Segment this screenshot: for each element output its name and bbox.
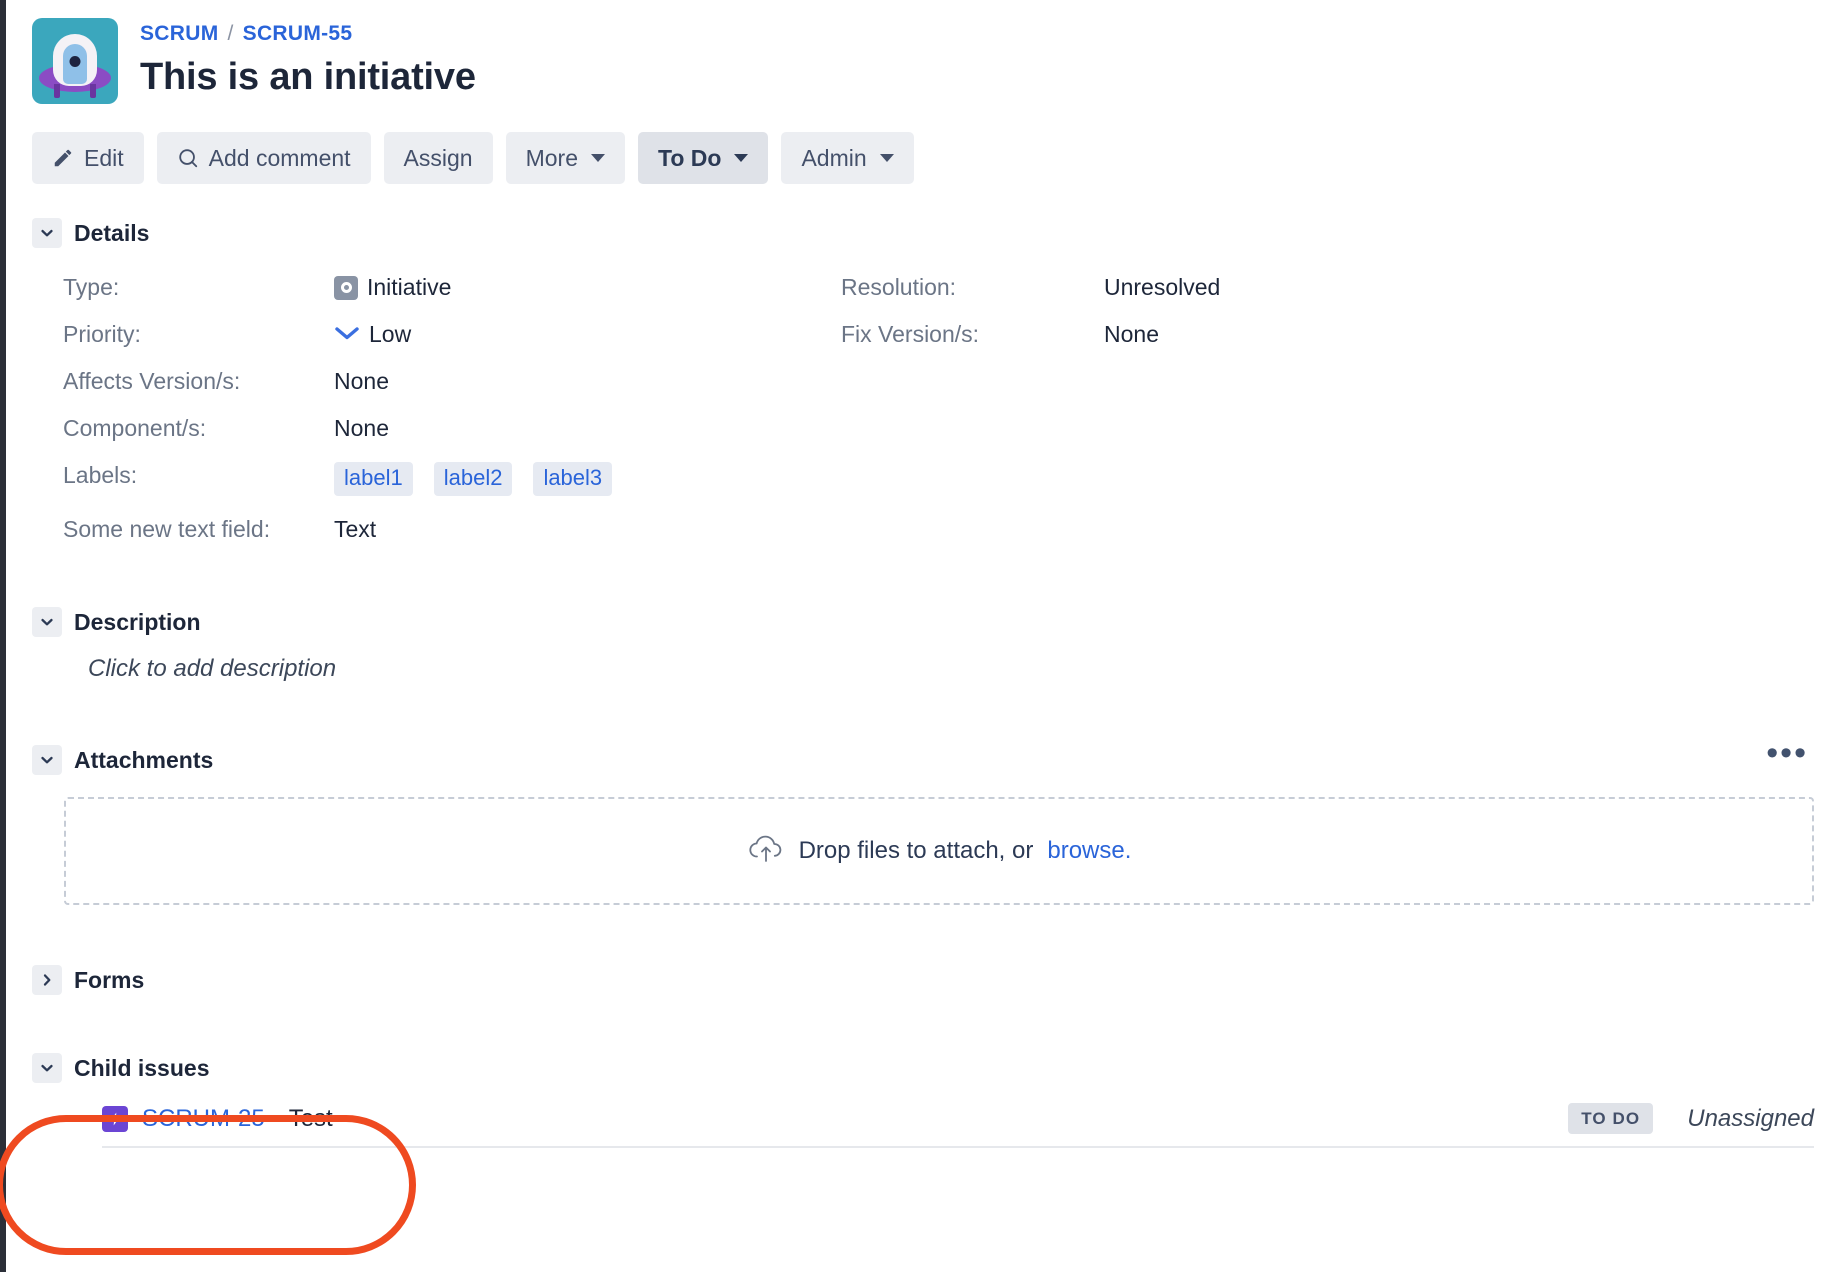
chevron-down-icon[interactable] [32, 745, 62, 775]
attachments-section: Attachments ••• Drop files to attach, or… [26, 736, 1834, 905]
page-title: This is an initiative [140, 56, 476, 98]
description-section: Description Click to add description [26, 607, 1834, 683]
status-button-label: To Do [658, 144, 722, 171]
project-avatar-ufo-icon [32, 18, 118, 104]
label-chip[interactable]: label2 [433, 462, 513, 496]
cloud-upload-icon [747, 833, 785, 870]
description-section-header[interactable]: Description [32, 607, 1834, 637]
initiative-icon [334, 275, 358, 300]
table-row[interactable]: SCRUM-25 Test TO DO Unassigned [102, 1103, 1814, 1148]
child-issue-key-link[interactable]: SCRUM-25 [142, 1105, 265, 1133]
breadcrumb-separator: / [227, 22, 234, 45]
label-chip[interactable]: label3 [533, 462, 613, 496]
field-value-component: None [334, 415, 389, 441]
assign-button-label: Assign [403, 144, 473, 171]
browse-link[interactable]: browse. [1047, 837, 1131, 865]
chevron-down-icon [591, 154, 605, 162]
field-value-labels: label1 label2 label3 [334, 452, 1834, 506]
attachment-dropzone[interactable]: Drop files to attach, or browse. [64, 797, 1814, 905]
field-value-some-new-text-field: Text [334, 516, 377, 542]
field-label-component: Component/s: [63, 415, 207, 441]
description-section-title: Description [74, 608, 201, 635]
issue-view-page: SCRUM / SCRUM-55 This is an initiative E… [0, 0, 1834, 1272]
field-label-priority: Priority: [63, 321, 141, 347]
issue-header: SCRUM / SCRUM-55 This is an initiative [26, 0, 1834, 104]
field-value-type: Initiative [334, 264, 804, 311]
edit-button-label: Edit [84, 144, 124, 171]
field-label-resolution: Resolution: [841, 274, 957, 300]
status-button[interactable]: To Do [638, 132, 769, 184]
add-comment-button[interactable]: Add comment [156, 132, 371, 184]
header-text: SCRUM / SCRUM-55 This is an initiative [140, 18, 476, 99]
chevron-down-icon[interactable] [32, 218, 62, 248]
breadcrumb-project-link[interactable]: SCRUM [140, 22, 219, 46]
priority-low-icon [334, 321, 360, 348]
attachments-section-header: Attachments ••• [32, 736, 1834, 775]
field-label-some-new-text-field: Some new text field: [63, 516, 271, 542]
admin-button[interactable]: Admin [781, 132, 914, 184]
field-value-fix-version: None [1104, 321, 1159, 347]
add-comment-button-label: Add comment [208, 144, 351, 171]
chevron-down-icon [879, 154, 894, 162]
description-placeholder[interactable]: Click to add description [88, 655, 1834, 683]
more-button-label: More [525, 144, 578, 171]
chevron-down-icon[interactable] [32, 1053, 62, 1083]
field-value-affects-version: None [334, 368, 389, 394]
breadcrumb-issue-link[interactable]: SCRUM-55 [243, 22, 353, 46]
field-label-type: Type: [63, 274, 120, 300]
breadcrumb: SCRUM / SCRUM-55 [140, 22, 476, 46]
comment-icon [177, 147, 199, 169]
child-issues-section-title: Child issues [74, 1054, 210, 1081]
child-issue-assignee: Unassigned [1687, 1104, 1814, 1132]
status-badge: TO DO [1568, 1103, 1654, 1134]
field-value-type-text: Initiative [367, 274, 452, 300]
details-field-grid: Type: Initiative Resolution: Unresolved … [26, 264, 1834, 553]
forms-section-header[interactable]: Forms [32, 965, 1834, 995]
field-label-fix-version: Fix Version/s: [841, 321, 980, 347]
action-toolbar: Edit Add comment Assign More To Do Admin [32, 132, 1834, 184]
field-value-priority: Low [334, 311, 804, 358]
edit-button[interactable]: Edit [32, 132, 144, 184]
field-value-resolution: Unresolved [1104, 274, 1221, 300]
forms-section: Forms [26, 965, 1834, 995]
details-section: Details Type: Initiative Resolution: Unr… [26, 218, 1834, 553]
forms-section-title: Forms [74, 966, 145, 993]
attachments-section-title: Attachments [74, 746, 214, 773]
assign-button[interactable]: Assign [383, 132, 493, 184]
chevron-down-icon [734, 154, 749, 162]
field-label-labels: Labels: [63, 462, 138, 488]
pencil-icon [52, 147, 74, 169]
epic-icon [102, 1105, 128, 1132]
chevron-right-icon[interactable] [32, 965, 62, 995]
dropzone-text: Drop files to attach, or [798, 837, 1034, 864]
more-button[interactable]: More [505, 132, 625, 184]
child-issues-section: Child issues SCRUM-25 Test TO DO Unassig… [26, 1053, 1834, 1148]
child-issue-meta: TO DO Unassigned [1568, 1103, 1814, 1134]
chevron-down-icon[interactable] [32, 607, 62, 637]
details-section-header[interactable]: Details [32, 218, 1834, 248]
attachments-more-actions-icon[interactable]: ••• [1762, 736, 1812, 774]
field-value-priority-text: Low [369, 321, 412, 347]
child-issue-summary: Test [288, 1104, 333, 1132]
admin-button-label: Admin [801, 144, 867, 171]
child-issues-section-header[interactable]: Child issues [32, 1053, 1834, 1083]
field-label-affects-version: Affects Version/s: [63, 368, 241, 394]
label-chip[interactable]: label1 [334, 462, 413, 496]
details-section-title: Details [74, 219, 150, 246]
